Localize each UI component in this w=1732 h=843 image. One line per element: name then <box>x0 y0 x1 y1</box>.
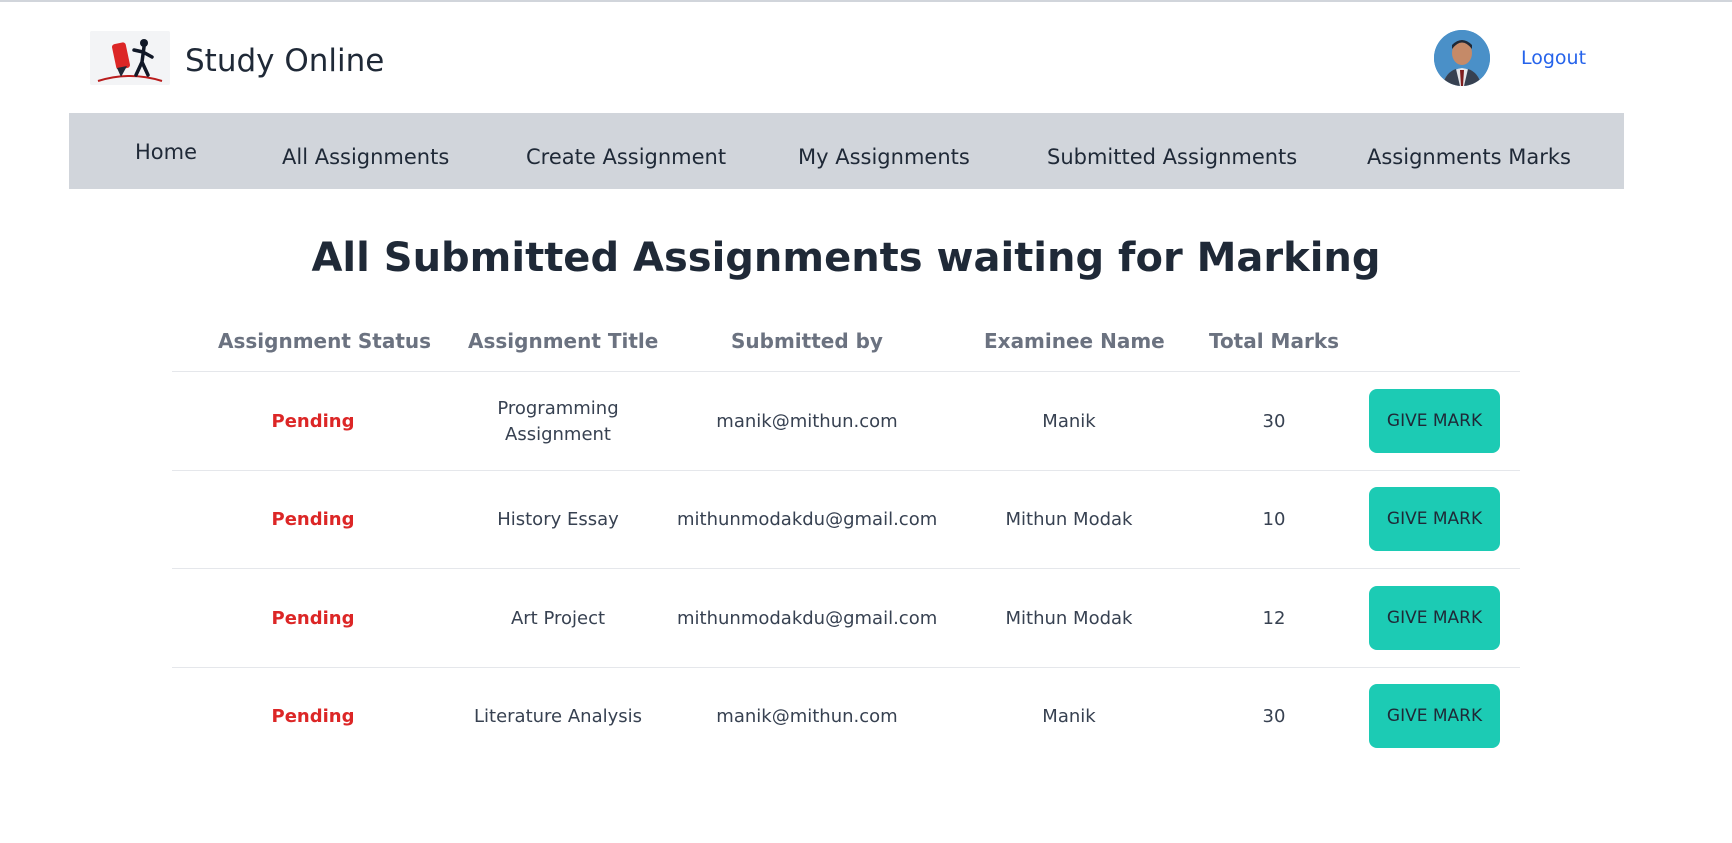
status-cell: Pending <box>271 509 355 530</box>
column-header-examinee: Examinee Name <box>984 329 1165 353</box>
give-mark-button[interactable]: GIVE MARK <box>1369 389 1500 453</box>
examinee-cell: Mithun Modak <box>1005 608 1133 629</box>
marks-cell: 10 <box>1262 509 1286 530</box>
nav-item-all-assignments[interactable]: All Assignments <box>282 143 449 171</box>
column-header-status: Assignment Status <box>218 329 432 353</box>
give-mark-button[interactable]: GIVE MARK <box>1369 487 1500 551</box>
page-title: All Submitted Assignments waiting for Ma… <box>311 235 1381 281</box>
column-header-title: Assignment Title <box>468 329 659 353</box>
row-divider <box>172 667 1520 668</box>
header-divider <box>172 371 1520 372</box>
nav-item-create-assignment[interactable]: Create Assignment <box>526 143 726 171</box>
user-avatar[interactable] <box>1434 30 1490 86</box>
status-cell: Pending <box>271 411 355 432</box>
title-cell: History Essay <box>497 509 619 530</box>
status-cell: Pending <box>271 706 355 727</box>
examinee-cell: Mithun Modak <box>1005 509 1133 530</box>
main-nav: Home All Assignments Create Assignment M… <box>69 113 1624 189</box>
logo-graphic <box>90 31 170 85</box>
column-header-submitted-by: Submitted by <box>731 329 883 353</box>
column-header-total-marks: Total Marks <box>1208 329 1340 353</box>
status-cell: Pending <box>271 608 355 629</box>
give-mark-button[interactable]: GIVE MARK <box>1369 586 1500 650</box>
submitted-by-cell: mithunmodakdu@gmail.com <box>677 509 938 530</box>
row-divider <box>172 568 1520 569</box>
submitted-by-cell: manik@mithun.com <box>716 706 898 727</box>
nav-item-submitted-assignments[interactable]: Submitted Assignments <box>1047 143 1297 171</box>
submitted-by-cell: mithunmodakdu@gmail.com <box>677 608 938 629</box>
title-cell: Art Project <box>510 608 606 629</box>
marks-cell: 30 <box>1262 411 1286 432</box>
site-header: Study Online Logout <box>0 2 1732 113</box>
marks-cell: 30 <box>1262 706 1286 727</box>
nav-item-my-assignments[interactable]: My Assignments <box>798 143 970 171</box>
examinee-cell: Manik <box>1042 706 1096 727</box>
nav-item-assignments-marks[interactable]: Assignments Marks <box>1367 143 1571 171</box>
avatar-image <box>1434 30 1490 86</box>
examinee-cell: Manik <box>1042 411 1096 432</box>
title-cell: Literature Analysis <box>473 706 643 727</box>
submitted-by-cell: manik@mithun.com <box>716 411 898 432</box>
nav-item-home[interactable]: Home <box>135 138 197 166</box>
study-online-logo[interactable] <box>90 31 170 85</box>
title-cell: Programming Assignment <box>497 398 619 445</box>
give-mark-button[interactable]: GIVE MARK <box>1369 684 1500 748</box>
app-title: Study Online <box>185 43 385 79</box>
logout-link[interactable]: Logout <box>1521 46 1586 70</box>
row-divider <box>172 470 1520 471</box>
marks-cell: 12 <box>1262 608 1286 629</box>
